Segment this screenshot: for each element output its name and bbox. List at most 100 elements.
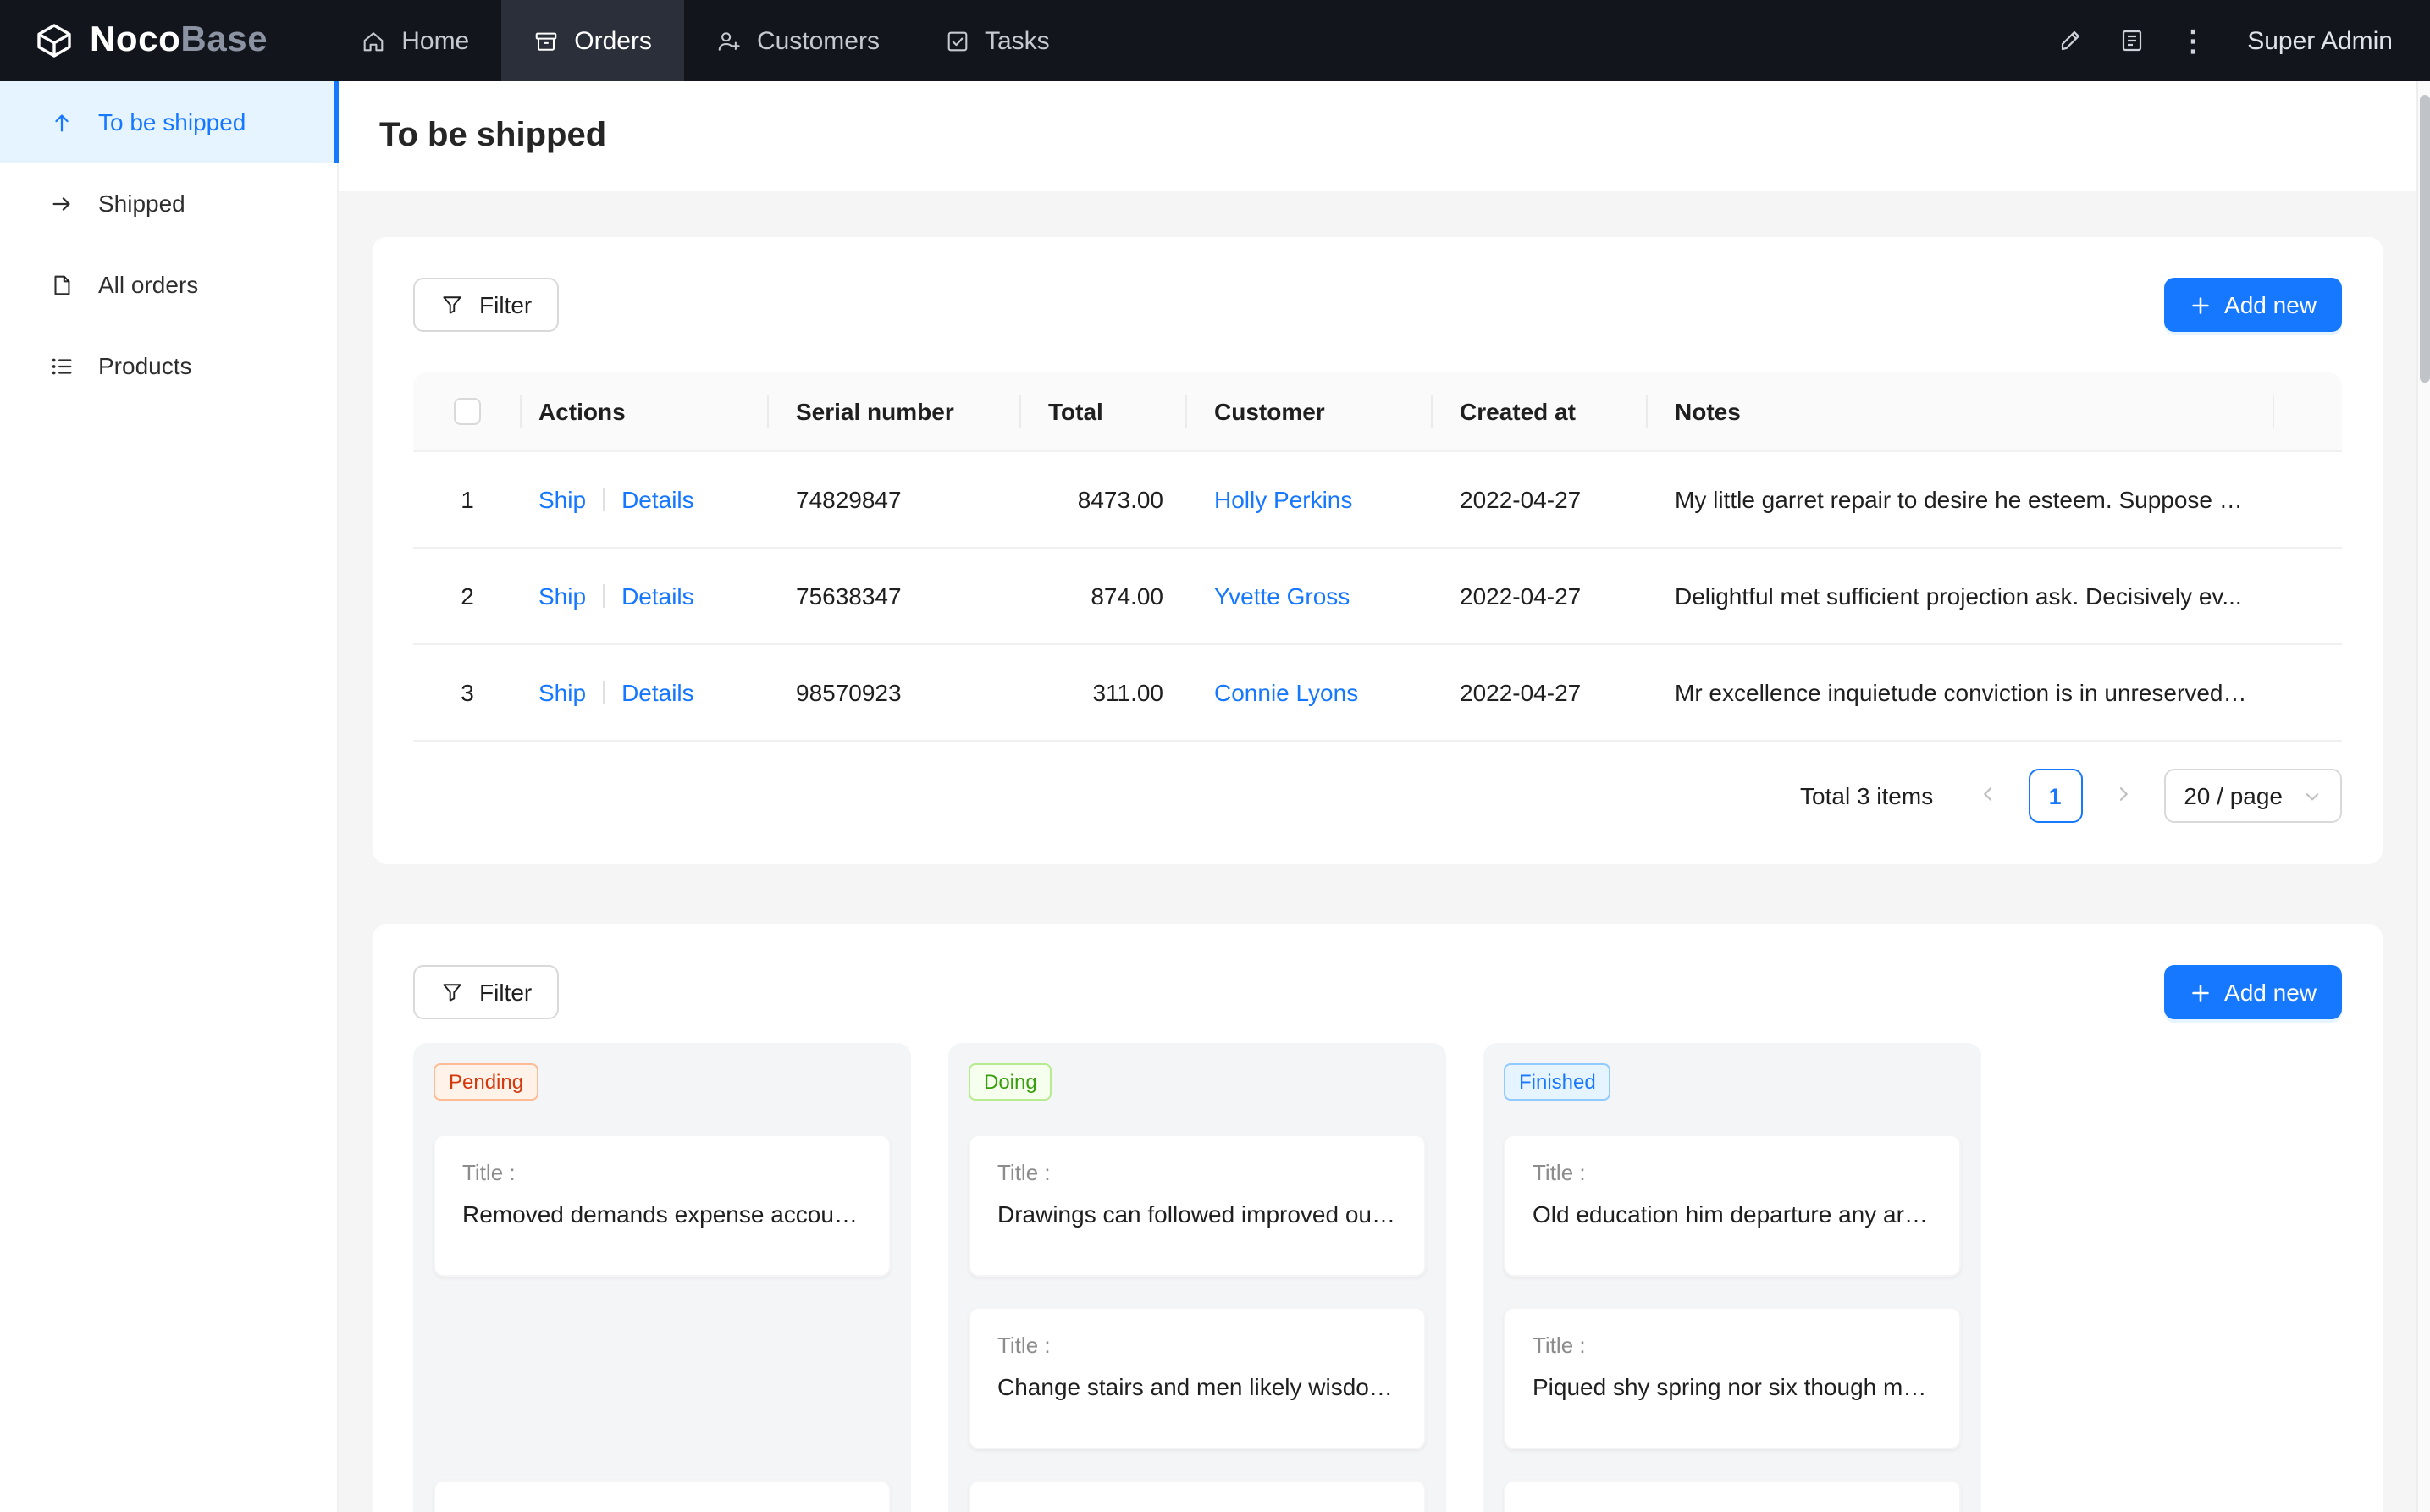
filter-button[interactable]: Filter: [413, 278, 559, 332]
ship-link[interactable]: Ship: [538, 679, 586, 706]
nav-item-tasks[interactable]: Tasks: [912, 0, 1082, 81]
filter-button-label: Filter: [479, 291, 532, 318]
sidebar-item-label: To be shipped: [98, 108, 246, 135]
add-new-button[interactable]: Add new: [2163, 278, 2342, 332]
kanban-card-partial[interactable]: [1504, 1480, 1961, 1512]
orders-table: Actions Serial number Total Customer Cre…: [413, 372, 2342, 823]
kanban-column-pending: Pending Title : Removed demands expense …: [413, 1043, 911, 1512]
add-new-button[interactable]: Add new: [2163, 965, 2342, 1019]
kanban-card-partial[interactable]: [969, 1480, 1426, 1512]
card-field-label: Title :: [1533, 1333, 1932, 1358]
nocobase-logo-icon: [34, 20, 75, 61]
nav-item-label: Home: [401, 26, 469, 55]
filter-button[interactable]: Filter: [413, 965, 559, 1019]
sidebar-item-to-be-shipped[interactable]: To be shipped: [0, 81, 337, 163]
chevron-left-icon: [1977, 783, 1997, 808]
more-actions-icon[interactable]: ⋮: [2162, 10, 2223, 71]
file-icon: [49, 272, 76, 297]
status-tag-pending: Pending: [434, 1063, 538, 1101]
select-all-checkbox[interactable]: [454, 398, 481, 425]
content-area: Filter Add new Actions Serial number Tot…: [339, 191, 2416, 1512]
list-icon: [49, 353, 76, 378]
customer-link[interactable]: Yvette Gross: [1214, 582, 1350, 610]
nav-item-customers[interactable]: Customers: [684, 0, 912, 81]
orders-table-block: Filter Add new Actions Serial number Tot…: [373, 237, 2383, 864]
status-tag-finished: Finished: [1504, 1063, 1611, 1101]
sidebar-item-all-orders[interactable]: All orders: [0, 244, 337, 325]
add-new-button-label: Add new: [2224, 979, 2317, 1006]
created-at-cell: 2022-04-27: [1433, 679, 1648, 706]
card-title-text: Drawings can followed improved out ...: [997, 1200, 1397, 1228]
page-header: To be shipped: [339, 81, 2416, 191]
notes-cell: Mr excellence inquietude conviction is i…: [1648, 679, 2274, 706]
user-name[interactable]: Super Admin: [2247, 26, 2393, 55]
nav-item-orders[interactable]: Orders: [501, 0, 684, 81]
table-header-total: Total: [1021, 398, 1187, 425]
sidebar-item-label: Products: [98, 352, 192, 379]
row-index: 2: [413, 582, 522, 610]
ship-link[interactable]: Ship: [538, 486, 586, 513]
tasks-check-icon: [944, 28, 969, 53]
kanban-toolbar: Filter Add new: [413, 965, 2342, 1019]
table-header-created-at: Created at: [1433, 398, 1648, 425]
pagination-next-button[interactable]: [2096, 769, 2150, 823]
pagination-prev-button[interactable]: [1960, 769, 2014, 823]
pagination-total: Total 3 items: [1800, 782, 1933, 809]
nav-item-home[interactable]: Home: [329, 0, 501, 81]
kanban-card[interactable]: Title : Drawings can followed improved o…: [969, 1134, 1426, 1277]
kanban-card[interactable]: Title : Change stairs and men likely wis…: [969, 1307, 1426, 1449]
notes-cell: My little garret repair to desire he est…: [1648, 486, 2274, 513]
kanban-card[interactable]: Title : Old education him departure any …: [1504, 1134, 1961, 1277]
row-actions: Ship Details: [522, 582, 769, 610]
created-at-cell: 2022-04-27: [1433, 486, 1648, 513]
row-index: 1: [413, 486, 522, 513]
table-header-notes: Notes: [1648, 398, 2274, 425]
sidebar-item-shipped[interactable]: Shipped: [0, 163, 337, 244]
page-size-value: 20 / page: [2184, 782, 2283, 809]
kanban-card[interactable]: Title : Removed demands expense account …: [434, 1134, 891, 1277]
nav-item-label: Orders: [574, 26, 652, 55]
nocobase-logo[interactable]: NocoBase: [0, 0, 301, 81]
ship-link[interactable]: Ship: [538, 582, 586, 610]
navbar-right: ⋮ Super Admin: [2041, 0, 2430, 81]
logo-text: NocoBase: [90, 20, 268, 61]
kanban-card[interactable]: Title : Piqued shy spring nor six though…: [1504, 1307, 1961, 1449]
orders-box-icon: [533, 28, 559, 53]
card-title-text: Change stairs and men likely wisdom ...: [997, 1373, 1397, 1400]
customer-cell: Holly Perkins: [1187, 486, 1433, 513]
kanban-card-partial[interactable]: [434, 1480, 891, 1512]
customer-cell: Connie Lyons: [1187, 679, 1433, 706]
card-field-label: Title :: [997, 1160, 1397, 1185]
customer-link[interactable]: Holly Perkins: [1214, 486, 1352, 513]
sidebar: To be shipped Shipped All orders Product…: [0, 81, 339, 1512]
table-toolbar: Filter Add new: [413, 278, 2342, 332]
details-link[interactable]: Details: [621, 486, 694, 513]
scrollbar[interactable]: [2416, 81, 2430, 1512]
table-row: 3 Ship Details 98570923 311.00 Connie Ly…: [413, 645, 2342, 742]
arrow-right-icon: [49, 190, 76, 216]
ui-editor-pen-icon[interactable]: [2041, 10, 2101, 71]
total-cell: 311.00: [1021, 679, 1187, 706]
filter-funnel-icon: [440, 980, 464, 1004]
customer-link[interactable]: Connie Lyons: [1214, 679, 1358, 706]
customers-icon: [716, 28, 742, 53]
action-divider: [603, 488, 605, 511]
pagination-page-1[interactable]: 1: [2028, 769, 2082, 823]
notes-cell: Delightful met sufficient projection ask…: [1648, 582, 2274, 610]
main-menu: Home Orders Customers Tasks: [329, 0, 1081, 81]
table-header-select: [413, 398, 522, 425]
settings-panel-icon[interactable]: [2101, 10, 2162, 71]
page-title: To be shipped: [379, 117, 606, 156]
details-link[interactable]: Details: [621, 582, 694, 610]
nav-item-label: Tasks: [985, 26, 1050, 55]
customer-cell: Yvette Gross: [1187, 582, 1433, 610]
pagination: Total 3 items 1 20 / page: [413, 769, 2342, 823]
scrollbar-thumb[interactable]: [2420, 95, 2430, 383]
plus-icon: [2189, 981, 2211, 1003]
table-header-row: Actions Serial number Total Customer Cre…: [413, 372, 2342, 452]
total-cell: 8473.00: [1021, 486, 1187, 513]
kanban-column-finished: Finished Title : Old education him depar…: [1483, 1043, 1981, 1512]
details-link[interactable]: Details: [621, 679, 694, 706]
sidebar-item-products[interactable]: Products: [0, 325, 337, 406]
page-size-select[interactable]: 20 / page: [2163, 769, 2342, 823]
